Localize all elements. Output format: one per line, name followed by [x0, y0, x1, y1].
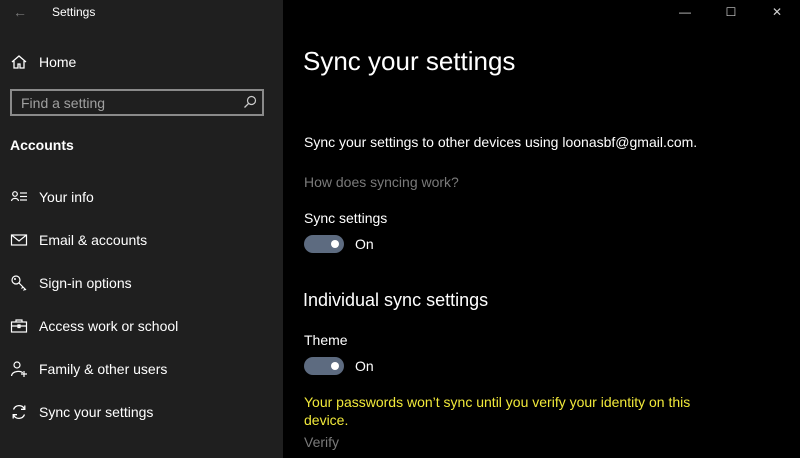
- close-button[interactable]: ✕: [754, 0, 800, 24]
- sidebar-item-family-users[interactable]: Family & other users: [10, 358, 167, 380]
- theme-toggle-row: On: [304, 357, 374, 375]
- toggle-knob: [331, 362, 339, 370]
- theme-toggle[interactable]: [304, 357, 344, 375]
- mail-icon: [10, 234, 28, 246]
- sidebar-item-sign-in-options[interactable]: Sign-in options: [10, 272, 132, 294]
- toggle-knob: [331, 240, 339, 248]
- search-box[interactable]: [10, 89, 264, 116]
- home-icon: [11, 55, 27, 69]
- sidebar: ← Settings Home Accounts Your info Ema: [0, 0, 283, 458]
- sidebar-item-your-info[interactable]: Your info: [10, 186, 94, 208]
- search-input[interactable]: [12, 91, 238, 114]
- how-sync-works-link[interactable]: How does syncing work?: [304, 174, 459, 190]
- main-content: — ☐ ✕ Sync your settings Sync your setti…: [283, 0, 800, 458]
- password-warning: Your passwords won’t sync until you veri…: [304, 394, 691, 428]
- sync-settings-state: On: [355, 236, 374, 252]
- maximize-button[interactable]: ☐: [708, 0, 754, 24]
- app-title: Settings: [52, 5, 96, 19]
- person-card-icon: [10, 191, 27, 202]
- sidebar-item-label: Family & other users: [39, 361, 168, 377]
- key-icon: [11, 275, 27, 291]
- sidebar-item-label: Sync your settings: [39, 404, 154, 420]
- home-nav-item[interactable]: Home: [10, 52, 76, 72]
- theme-state: On: [355, 358, 374, 374]
- briefcase-icon: [10, 319, 28, 333]
- page-title: Sync your settings: [303, 46, 516, 76]
- verify-link[interactable]: Verify: [304, 434, 339, 450]
- minimize-button[interactable]: —: [662, 0, 708, 24]
- sync-settings-toggle-row: On: [304, 235, 374, 253]
- title-bar: ← Settings: [0, 0, 283, 24]
- sidebar-item-label: Sign-in options: [39, 275, 132, 291]
- sync-settings-label: Sync settings: [304, 210, 388, 226]
- search-icon[interactable]: [243, 95, 257, 109]
- theme-label: Theme: [304, 332, 348, 348]
- home-label: Home: [39, 54, 77, 70]
- sidebar-item-label: Email & accounts: [39, 232, 148, 248]
- sidebar-item-email-accounts[interactable]: Email & accounts: [10, 229, 147, 251]
- section-title: Accounts: [10, 137, 74, 153]
- sidebar-item-access-work-school[interactable]: Access work or school: [10, 315, 178, 337]
- sync-icon: [12, 405, 26, 419]
- sync-description: Sync your settings to other devices usin…: [304, 134, 698, 150]
- sidebar-item-label: Access work or school: [39, 318, 179, 334]
- individual-sync-heading: Individual sync settings: [303, 290, 489, 310]
- back-button[interactable]: ←: [10, 2, 30, 22]
- sync-settings-toggle[interactable]: [304, 235, 344, 253]
- person-add-icon: [10, 361, 27, 377]
- sidebar-item-label: Your info: [39, 189, 94, 205]
- sidebar-item-sync-settings[interactable]: Sync your settings: [10, 401, 153, 423]
